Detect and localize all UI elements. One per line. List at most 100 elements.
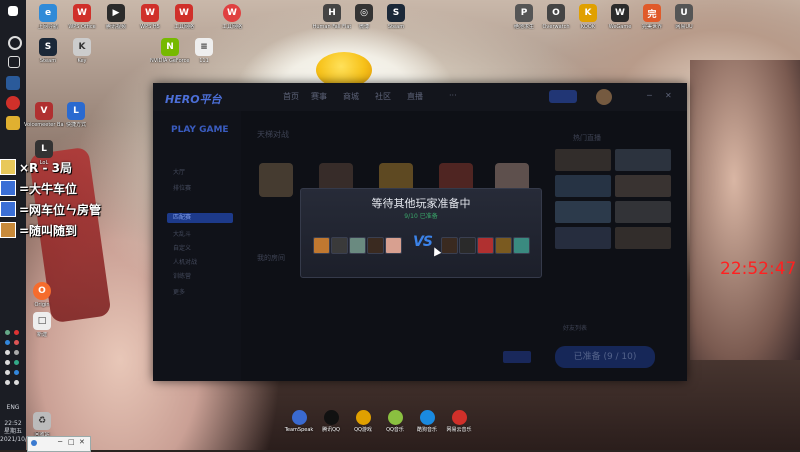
player-avatar [367, 237, 384, 254]
desktop-icon[interactable]: ♻ 回收站 [22, 412, 62, 438]
sidebar-item[interactable]: 更多 [173, 287, 185, 296]
dock-item[interactable]: 网易云音乐 [444, 410, 474, 433]
close-icon[interactable]: ✕ [665, 91, 672, 100]
steam-icon: S [387, 4, 405, 22]
live-title: 热门直播 [573, 134, 601, 142]
sidebar-item[interactable]: 大厅 [173, 167, 185, 176]
steam-taskbar-icon[interactable] [6, 76, 20, 90]
volume-icon[interactable] [5, 380, 10, 385]
netease-taskbar-icon[interactable] [6, 96, 20, 110]
desktop-icon[interactable]: O Origin [22, 282, 62, 308]
dock-item[interactable]: QQ音乐 [380, 410, 410, 433]
tray-icon[interactable] [5, 370, 10, 375]
desktop-icon[interactable]: K Key [62, 38, 102, 64]
origin-icon: O [33, 282, 51, 300]
game-icon: H [323, 4, 341, 22]
game-icon: O [547, 4, 565, 22]
sidebar-item-active[interactable]: 匹配赛 [167, 213, 233, 223]
overlay-line: =随叫随到 [0, 221, 110, 239]
desktop-icon[interactable]: L 快捷方式 [56, 102, 96, 128]
room-title: 我的房间 [257, 254, 285, 262]
sidebar-item[interactable]: 排位赛 [173, 183, 191, 192]
nav-tab[interactable]: 直播 [407, 91, 423, 102]
game-taskbar-icon[interactable] [6, 116, 20, 130]
live-thumbnail[interactable] [615, 227, 671, 249]
taskview-icon[interactable] [8, 56, 20, 68]
close-icon[interactable]: ✕ [79, 438, 85, 446]
sidebar-item[interactable]: 人机对战 [173, 257, 197, 266]
wegame-icon: W [611, 4, 629, 22]
recycle-bin-icon: ♻ [33, 412, 51, 430]
nav-tab[interactable]: 赛事 [311, 91, 327, 102]
chat-icon: K [579, 4, 597, 22]
document-icon: ≡ [195, 38, 213, 56]
badge-icon [0, 201, 16, 217]
tray-icon[interactable] [5, 360, 10, 365]
desktop-icon[interactable]: W 工具网络 [164, 4, 204, 30]
tray-icon[interactable] [14, 370, 19, 375]
top-action-button[interactable] [549, 90, 577, 103]
ready-check-dialog: 等待其他玩家准备中 9/10 已准备 VS [300, 188, 542, 278]
dock-item[interactable]: 腾讯QQ [316, 410, 346, 433]
shortcut-icon: L [67, 102, 85, 120]
sidebar-item[interactable]: 自定义 [173, 243, 191, 252]
live-thumbnail[interactable] [615, 175, 671, 197]
live-thumbnail[interactable] [615, 149, 671, 171]
dock-item[interactable]: QQ游戏 [348, 410, 378, 433]
tray-icon[interactable] [14, 330, 19, 335]
overlay-line: =大牛车位 [0, 179, 110, 197]
tray-icon[interactable] [14, 340, 19, 345]
avatar[interactable] [596, 89, 612, 105]
sidebar-item[interactable]: 训练营 [173, 271, 191, 280]
tray-icon[interactable] [5, 330, 10, 335]
nav-tab[interactable]: 社区 [375, 91, 391, 102]
nav-tab[interactable]: 商城 [343, 91, 359, 102]
network-icon[interactable] [14, 380, 19, 385]
badge-icon [0, 159, 16, 175]
sidebar-item[interactable]: 大乱斗 [173, 229, 191, 238]
badge-icon [0, 180, 16, 196]
live-thumbnail[interactable] [555, 175, 611, 197]
dock-item[interactable]: 酷狗音乐 [412, 410, 442, 433]
desktop-icon[interactable]: S Steam [376, 4, 416, 30]
steam-icon: S [39, 38, 57, 56]
dock-item[interactable]: TeamSpeak [284, 410, 314, 433]
minimize-icon[interactable]: ─ [58, 438, 62, 446]
music-icon [387, 410, 403, 425]
maximize-icon[interactable]: □ [68, 438, 75, 446]
hero-portrait [259, 163, 293, 197]
search-icon[interactable] [8, 36, 22, 50]
input-language[interactable]: ENG [0, 404, 26, 412]
netease-music-icon [451, 410, 467, 425]
badge-icon [0, 222, 16, 238]
tray-icon[interactable] [5, 340, 10, 345]
live-thumbnail[interactable] [555, 201, 611, 223]
live-thumbnail[interactable] [615, 201, 671, 223]
live-thumbnail[interactable] [555, 149, 611, 171]
player-avatar [477, 237, 494, 254]
ready-count: 9/10 [404, 213, 418, 220]
start-icon[interactable] [8, 6, 18, 16]
player-avatar [313, 237, 330, 254]
tray-icon[interactable] [14, 360, 19, 365]
nav-tab[interactable]: 首页 [283, 91, 299, 102]
wps-icon: W [175, 4, 193, 22]
window-icon [31, 440, 37, 446]
desktop-icon[interactable]: U 网易UU [664, 4, 704, 30]
ready-button[interactable]: 已准备 (9 / 10) [555, 346, 655, 368]
desktop-icon[interactable]: □ 新建 [22, 312, 62, 338]
nav-tab-more[interactable]: ··· [449, 91, 457, 100]
game-icon: 完 [643, 4, 661, 22]
minimize-icon[interactable]: ─ [647, 91, 652, 100]
nvidia-icon: N [161, 38, 179, 56]
voicemeeter-icon: V [35, 102, 53, 120]
desktop-icon[interactable]: ≡ 111 [184, 38, 224, 64]
tray-icon[interactable] [14, 350, 19, 355]
player-avatar [331, 237, 348, 254]
desktop-icon[interactable]: W 工具网络 [212, 4, 252, 30]
player-avatar [385, 237, 402, 254]
start-button[interactable] [503, 351, 531, 363]
ready-status: 9/10 已准备 [301, 211, 541, 220]
live-thumbnail[interactable] [555, 227, 611, 249]
tray-icon[interactable] [5, 350, 10, 355]
